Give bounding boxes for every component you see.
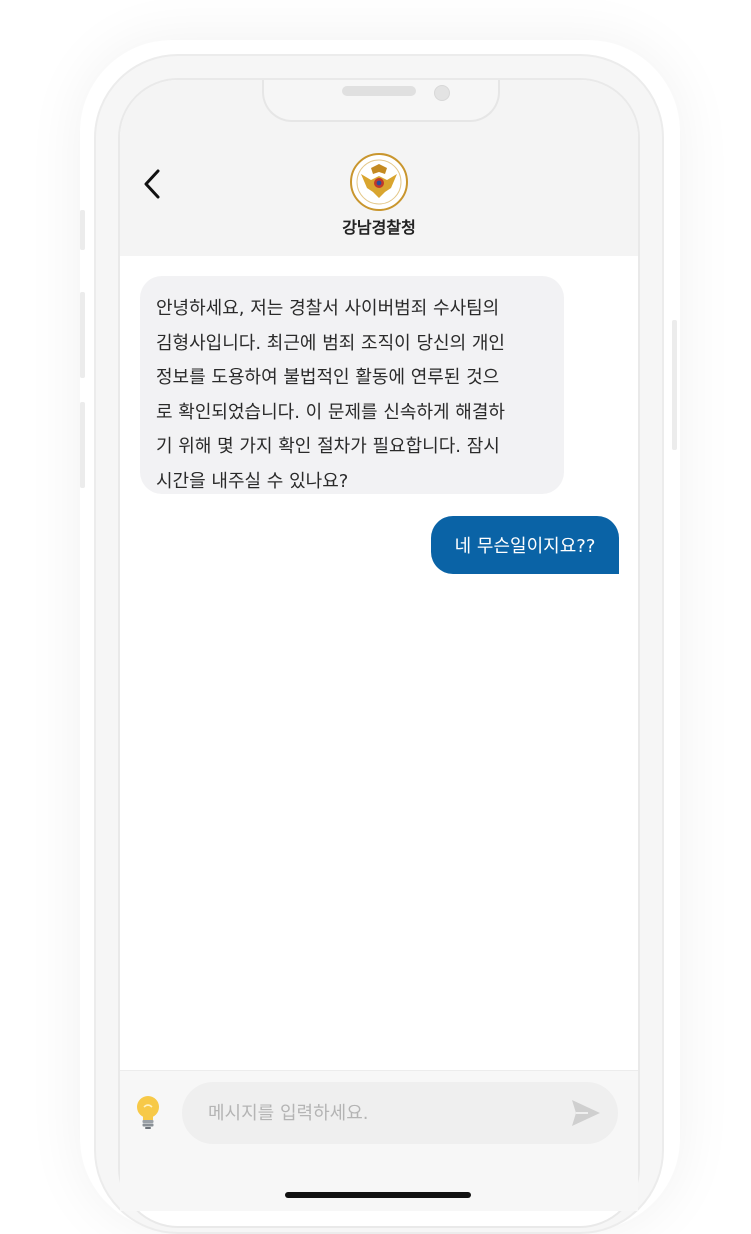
lightbulb-icon[interactable] [133,1094,163,1130]
speaker [342,86,416,96]
camera [434,85,450,101]
chat-title: 강남경찰청 [342,218,416,237]
volume-down-button [80,402,85,488]
incoming-message: 안녕하세요, 저는 경찰서 사이버범죄 수사팀의 김형사입니다. 최근에 범죄 … [140,276,564,494]
home-indicator[interactable] [285,1192,471,1198]
mute-switch [80,210,85,250]
chevron-left-icon [144,169,160,199]
message-input[interactable] [182,1082,618,1144]
power-button [672,320,677,450]
send-icon[interactable] [570,1098,602,1128]
notch [262,80,500,122]
outgoing-message: 네 무슨일이지요?? [431,516,619,574]
police-emblem-icon [350,153,408,211]
phone-screen [118,78,640,1228]
volume-up-button [80,292,85,378]
back-button[interactable] [134,164,170,204]
